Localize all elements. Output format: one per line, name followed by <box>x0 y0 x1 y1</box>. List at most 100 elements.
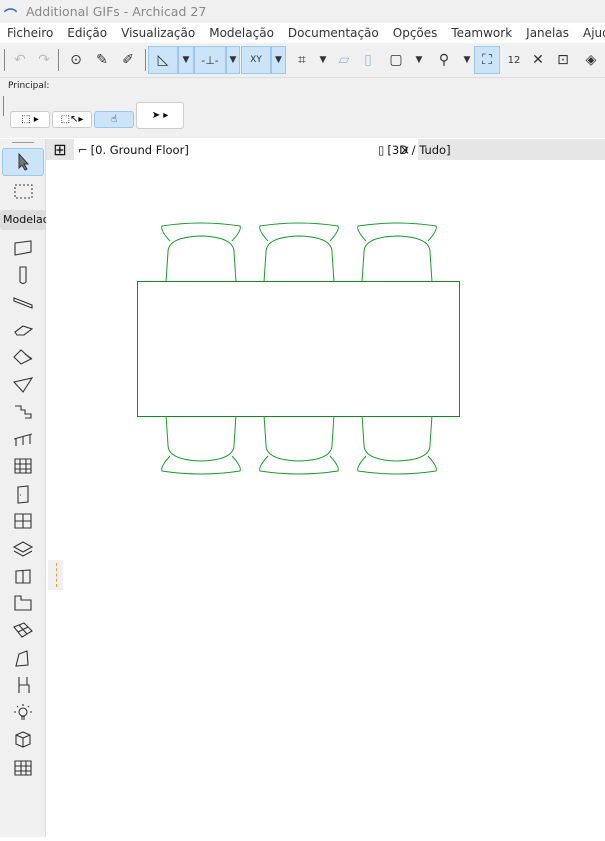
tool-stair[interactable] <box>2 398 44 426</box>
menu-teamwork[interactable]: Teamwork <box>444 26 519 40</box>
tool-stack[interactable] <box>2 725 44 753</box>
tab-overview-icon[interactable]: ⊞ <box>48 139 72 160</box>
tool-slab[interactable] <box>2 316 44 344</box>
tool-mesh[interactable] <box>2 616 44 644</box>
arrow-settings-button[interactable]: ➤ ▸ <box>136 102 184 129</box>
door-icon <box>17 485 29 504</box>
stack-icon <box>15 731 31 748</box>
chair-bottom[interactable] <box>259 414 339 475</box>
tool-zone[interactable] <box>2 589 44 617</box>
menu-visualizacao[interactable]: Visualização <box>114 26 202 40</box>
3d-window-icon: ▯ <box>378 142 385 157</box>
navigator-handle[interactable] <box>48 560 63 590</box>
menu-documentacao[interactable]: Documentação <box>281 26 386 40</box>
marquee-method-button[interactable]: ⬚↖▸ <box>52 111 92 128</box>
find-select-icon[interactable]: ⊙ <box>64 46 88 74</box>
tool-beam[interactable] <box>2 289 44 317</box>
panel-label: Principal: <box>8 81 50 91</box>
menu-opcoes[interactable]: Opções <box>386 26 445 40</box>
tool-grid[interactable] <box>2 753 44 781</box>
tool-shell[interactable] <box>2 371 44 399</box>
menu-ajuda[interactable]: Ajuda <box>576 26 605 40</box>
chevron-down-icon[interactable]: ▼ <box>271 46 286 74</box>
selection-method-button[interactable]: ⬚ ▸ <box>10 111 50 128</box>
chevron-down-icon[interactable]: ▼ <box>226 46 240 74</box>
chevron-down-icon[interactable]: ▼ <box>460 46 474 74</box>
object-icon <box>15 569 31 584</box>
measure-icon[interactable]: 12 <box>501 46 527 74</box>
magic-wand-button[interactable]: ☝ <box>94 111 134 128</box>
chevron-down-icon[interactable]: ▼ <box>316 46 330 74</box>
lamp-icon <box>14 704 32 720</box>
tool-door[interactable] <box>2 480 44 508</box>
guide-lines-icon[interactable]: ◺ <box>148 46 178 74</box>
tool-window[interactable] <box>2 507 44 535</box>
undo-icon[interactable]: ↶ <box>8 46 32 74</box>
pick-up-parameters-icon[interactable]: ✎ <box>90 46 114 74</box>
toolbox-section-modelacao[interactable]: Modelac <box>0 210 46 230</box>
gravity-icon[interactable]: ⚲ <box>432 46 456 74</box>
chair-top[interactable] <box>161 222 241 283</box>
railing-icon <box>13 433 33 447</box>
chair-top[interactable] <box>259 222 339 283</box>
toolbox: Modelac <box>0 139 46 837</box>
menu-edicao[interactable]: Edição <box>60 26 114 40</box>
table[interactable] <box>137 281 460 417</box>
layout-frame-icon[interactable]: ▢ <box>384 46 408 74</box>
tool-morph[interactable] <box>2 644 44 672</box>
tool-curtain-wall[interactable] <box>2 452 44 480</box>
chevron-down-icon[interactable]: ▼ <box>412 46 426 74</box>
menu-modelacao[interactable]: Modelação <box>202 26 281 40</box>
floor-plan-canvas[interactable] <box>47 160 605 837</box>
zone-icon <box>14 595 32 611</box>
vertical-plane-icon[interactable]: ▯ <box>358 46 378 74</box>
grid-snap-icon[interactable]: ⌗ <box>290 46 314 74</box>
tab-3d[interactable]: ▯ [3D / Tudo] <box>374 139 534 160</box>
arrow-tool[interactable] <box>2 148 44 176</box>
wall-icon <box>14 240 32 256</box>
window-icon <box>14 513 32 529</box>
mesh-icon <box>13 622 33 638</box>
redo-icon[interactable]: ↷ <box>32 46 56 74</box>
tool-skylight[interactable] <box>2 534 44 562</box>
chair-bottom[interactable] <box>161 414 241 475</box>
menu-janelas[interactable]: Janelas <box>519 26 576 40</box>
edit-plane-icon[interactable]: ▱ <box>332 46 356 74</box>
grid-icon <box>14 760 32 776</box>
snap-guides-icon[interactable]: -⊥- <box>194 46 226 74</box>
tool-column[interactable] <box>2 261 44 289</box>
marquee-icon <box>14 184 33 199</box>
marquee-tool[interactable] <box>2 177 44 205</box>
chair-bottom[interactable] <box>357 414 437 475</box>
tool-roof[interactable] <box>2 343 44 371</box>
chair-top[interactable] <box>357 222 437 283</box>
skylight-icon <box>12 541 34 557</box>
select-bounds-icon[interactable]: ⊡ <box>550 46 576 74</box>
fit-icon[interactable]: ✕ <box>527 46 549 74</box>
tab-ground-floor[interactable]: ⌐ [0. Ground Floor] × <box>74 139 418 160</box>
tab-label: [3D / Tudo] <box>387 142 451 157</box>
tracker-xy-icon[interactable]: XY <box>241 46 271 74</box>
menu-ficheiro[interactable]: Ficheiro <box>0 26 60 40</box>
title-bar: ⌒ Additional GIFs - Archicad 27 <box>0 0 605 24</box>
3d-view-icon[interactable]: ◈ <box>578 46 604 74</box>
tool-lamp[interactable] <box>2 698 44 726</box>
slab-icon <box>14 325 34 336</box>
tool-object[interactable] <box>2 562 44 590</box>
tool-railing[interactable] <box>2 425 44 453</box>
shell-icon <box>12 376 34 393</box>
tab-bar: ⊞ ⌐ [0. Ground Floor] × ▯ [3D / Tudo] <box>46 139 605 160</box>
tab-label: [0. Ground Floor] <box>90 142 189 157</box>
chevron-down-icon[interactable]: ▼ <box>178 46 194 74</box>
morph-icon <box>15 649 29 667</box>
tool-chair-object[interactable] <box>2 671 44 699</box>
beam-icon <box>13 296 33 309</box>
arrow-icon <box>18 152 30 171</box>
chair-object-icon <box>18 676 30 693</box>
tool-wall[interactable] <box>2 234 44 262</box>
inject-parameters-icon[interactable]: ✐ <box>116 46 140 74</box>
floor-plan-icon: ⌐ <box>78 142 88 157</box>
standard-toolbar: ↶ ↷ ⊙ ✎ ✐ ◺ ▼ -⊥- ▼ XY ▼ ⌗ ▼ ▱ ▯ ▢ ▼ ⚲ ▼… <box>0 43 605 78</box>
info-panel: Principal: ⬚ ▸ ⬚↖▸ ☝ ➤ ▸ <box>0 78 605 138</box>
suspend-groups-icon[interactable]: ⛶ <box>474 46 500 74</box>
